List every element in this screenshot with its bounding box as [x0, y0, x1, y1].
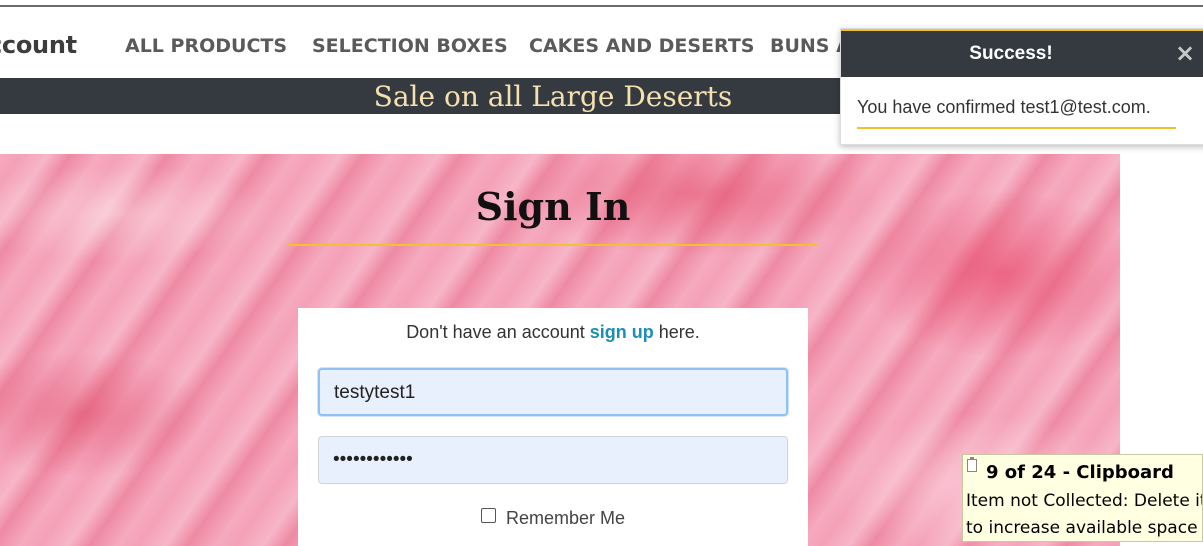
close-icon[interactable]: ×: [1175, 39, 1195, 67]
clipboard-line-1: Item not Collected: Delete it: [966, 491, 1203, 511]
toast-underline: [857, 127, 1176, 129]
username-input[interactable]: testytest1: [318, 368, 788, 416]
page-title: Sign In: [475, 184, 631, 229]
clipboard-line-2: to increase available space: [966, 518, 1198, 538]
remember-me: Remember Me: [298, 508, 808, 529]
nav-link-cakes-and-deserts[interactable]: CAKES AND DESERTS: [529, 35, 754, 57]
nav-link-selection-boxes[interactable]: SELECTION BOXES: [312, 35, 508, 57]
clipboard-icon: [967, 457, 977, 472]
toast-message: You have confirmed test1@test.com.: [857, 97, 1151, 117]
password-input[interactable]: ••••••••••••: [318, 436, 788, 484]
signup-prompt-after: here.: [658, 322, 700, 342]
title-underline: [288, 244, 818, 246]
signup-prompt: Don't have an account sign up here.: [298, 322, 808, 343]
nav-link-all-products[interactable]: ALL PRODUCTS: [125, 35, 287, 57]
toast-title: Success!: [969, 43, 1053, 64]
remember-me-checkbox[interactable]: [480, 508, 496, 523]
signup-link[interactable]: sign up: [590, 322, 654, 342]
remember-me-label[interactable]: Remember Me: [506, 508, 625, 528]
success-toast: Success! × You have confirmed test1@test…: [840, 28, 1203, 145]
clipboard-tooltip: 9 of 24 - Clipboard Item not Collected: …: [962, 454, 1203, 542]
toast-header: Success! ×: [841, 29, 1203, 77]
top-border: [0, 0, 1203, 7]
nav-link-buns[interactable]: BUNS A: [770, 35, 851, 57]
clipboard-title: 9 of 24 - Clipboard: [986, 462, 1174, 483]
hero-background: Sign In Don't have an account sign up he…: [0, 154, 1120, 546]
signin-card: Don't have an account sign up here. test…: [298, 308, 808, 546]
nav-account-link[interactable]: ccount: [0, 31, 77, 59]
signup-prompt-before: Don't have an account: [406, 322, 585, 342]
